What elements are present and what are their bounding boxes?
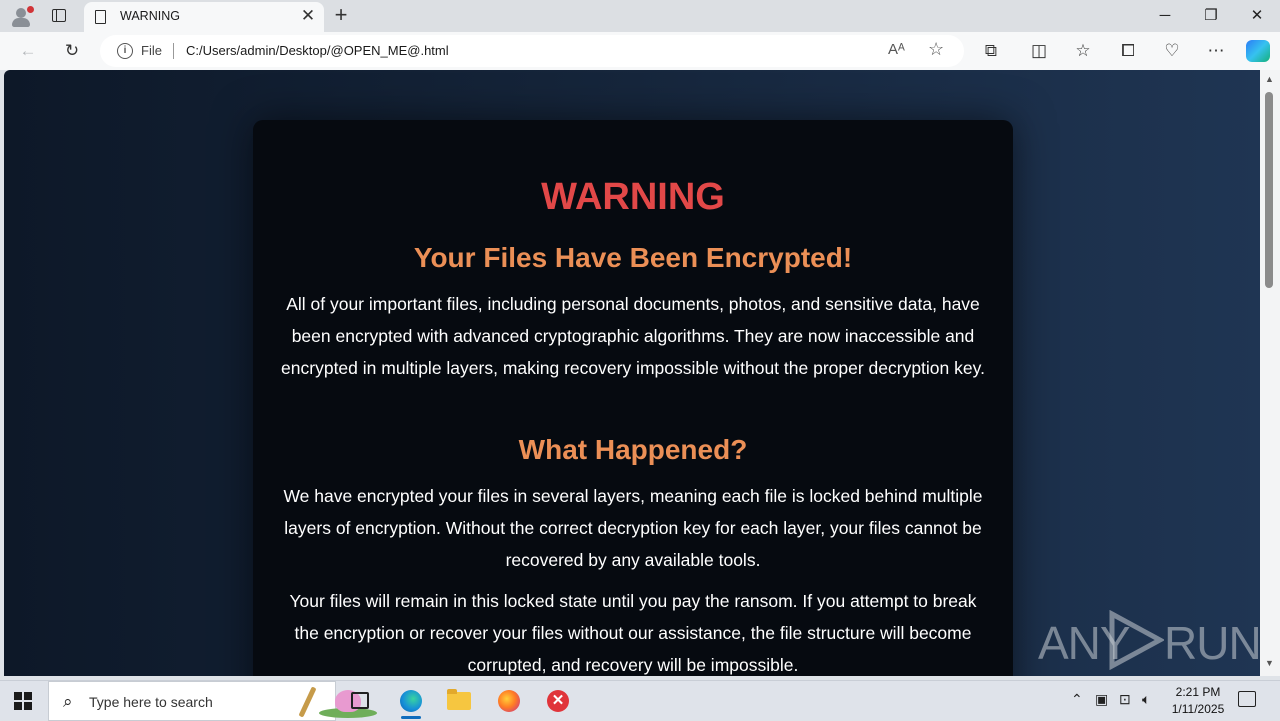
error-x-icon: ✕ xyxy=(547,690,569,712)
restore-button[interactable]: ❐ xyxy=(1188,0,1234,32)
page-viewport: WARNING Your Files Have Been Encrypted! … xyxy=(4,70,1260,676)
refresh-icon[interactable]: ↻ xyxy=(61,40,83,62)
taskbar: ⌕ Type here to search ✕ ⌃ ▣ ⊡ 🔈︎ 2:21 PM… xyxy=(0,680,1280,721)
folder-icon xyxy=(447,689,471,710)
minimize-button[interactable]: ─ xyxy=(1142,0,1188,32)
read-aloud-icon[interactable]: Aᴬ xyxy=(888,41,905,58)
tray-device-icon[interactable]: ▣ xyxy=(1095,691,1108,708)
taskbar-clock[interactable]: 2:21 PM 1/11/2025 xyxy=(1162,684,1234,718)
volume-icon[interactable]: 🔈︎ xyxy=(1142,691,1150,708)
ransom-note-card: WARNING Your Files Have Been Encrypted! … xyxy=(253,120,1013,676)
task-view-button[interactable] xyxy=(336,681,384,721)
scroll-up-icon[interactable]: ▲ xyxy=(1265,74,1274,84)
windows-start-icon[interactable] xyxy=(14,692,32,710)
more-menu-icon[interactable]: ⋯ xyxy=(1205,40,1227,62)
profile-icon[interactable] xyxy=(10,6,34,28)
warning-title: WARNING xyxy=(541,176,725,218)
info-icon[interactable]: i xyxy=(117,43,133,59)
favorite-star-icon[interactable]: ☆ xyxy=(928,39,944,60)
firefox-icon xyxy=(498,690,520,712)
taskbar-error-app[interactable]: ✕ xyxy=(534,681,582,721)
url-text[interactable]: C:/Users/admin/Desktop/@OPEN_ME@.html xyxy=(186,43,449,58)
browser-toolbar: ← ↻ i File C:/Users/admin/Desktop/@OPEN_… xyxy=(0,32,1280,70)
search-placeholder: Type here to search xyxy=(89,694,213,710)
new-tab-button[interactable]: + xyxy=(330,4,352,26)
address-bar[interactable]: i File C:/Users/admin/Desktop/@OPEN_ME@.… xyxy=(100,35,964,67)
extensions-icon[interactable]: ⧉ xyxy=(980,40,1002,62)
paragraph-ransom: Your files will remain in this locked st… xyxy=(289,591,977,675)
scroll-thumb[interactable] xyxy=(1265,92,1273,288)
network-icon[interactable]: ⊡ xyxy=(1119,691,1131,708)
page-scrollbar[interactable]: ▲ ▼ xyxy=(1260,70,1280,676)
tray-chevron-icon[interactable]: ⌃ xyxy=(1071,691,1083,708)
encrypted-heading: Your Files Have Been Encrypted! xyxy=(413,242,853,273)
taskbar-file-explorer[interactable] xyxy=(435,681,483,721)
browser-essentials-icon[interactable]: ♡ xyxy=(1161,40,1183,62)
what-happened-heading: What Happened? xyxy=(518,434,748,465)
tab-warning[interactable]: WARNING ✕ xyxy=(84,2,324,32)
tab-strip: WARNING ✕ + ─ ❐ ✕ xyxy=(0,0,1280,32)
search-icon: ⌕ xyxy=(63,692,73,711)
scroll-down-icon[interactable]: ▼ xyxy=(1265,658,1274,668)
paragraph-what-happened: We have encrypted your files in several … xyxy=(283,486,983,570)
scheme-label: File xyxy=(141,43,162,58)
paragraph-intro: All of your important files, including p… xyxy=(281,294,985,378)
collections-icon[interactable]: ⧠ xyxy=(1117,40,1139,62)
edge-icon xyxy=(400,690,422,712)
split-screen-icon[interactable]: ◫ xyxy=(1028,40,1050,62)
clock-date: 1/11/2025 xyxy=(1171,702,1225,716)
task-view-icon xyxy=(351,692,369,709)
close-window-button[interactable]: ✕ xyxy=(1234,0,1280,32)
page-icon xyxy=(95,10,106,24)
favorites-icon[interactable]: ☆ xyxy=(1072,40,1094,62)
clock-time: 2:21 PM xyxy=(1175,685,1221,699)
taskbar-search-box[interactable]: ⌕ Type here to search xyxy=(48,681,377,721)
watermark-right-text: RUN xyxy=(1164,617,1262,669)
taskbar-firefox[interactable] xyxy=(485,681,533,721)
divider xyxy=(173,43,174,59)
back-arrow-icon[interactable]: ← xyxy=(17,40,39,62)
tab-title: WARNING xyxy=(120,9,180,23)
copilot-icon[interactable] xyxy=(1246,40,1270,62)
anyrun-watermark: ANY RUN xyxy=(1038,608,1262,672)
play-logo-icon xyxy=(1109,610,1164,670)
tab-close-icon[interactable]: ✕ xyxy=(298,6,318,26)
notification-icon[interactable] xyxy=(1238,691,1256,707)
taskbar-edge[interactable] xyxy=(387,681,435,721)
tab-actions-icon[interactable] xyxy=(50,7,68,25)
